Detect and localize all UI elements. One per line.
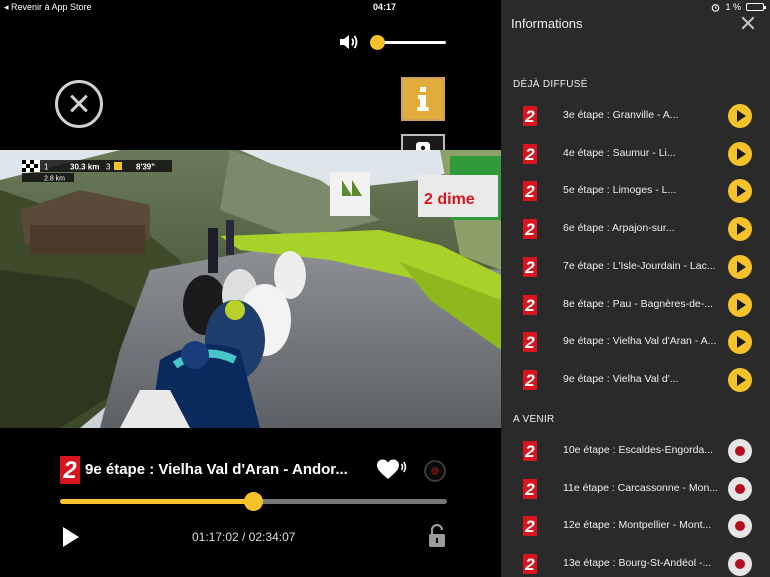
video-frame[interactable]: 2 dime 1 30.3 km 3 8'39" 2.8 km bbox=[0, 150, 501, 428]
progress-fill bbox=[60, 499, 254, 504]
play-icon[interactable] bbox=[62, 526, 80, 548]
episode-row[interactable]: 2 8e étape : Pau - Bagnères-de-... bbox=[501, 287, 770, 324]
board-text: 2 dime bbox=[424, 191, 475, 208]
overlay-stage: 1 bbox=[44, 163, 49, 172]
episode-title: 9e étape : Vielha Val d'Aran - A... bbox=[563, 335, 717, 348]
status-bar: ◂ Revenir à App Store 04:17 1 % bbox=[0, 0, 770, 14]
status-right: 1 % bbox=[711, 2, 766, 12]
overlay-rank: 3 bbox=[106, 163, 111, 172]
episode-title: 9e étape : Vielha Val d'... bbox=[563, 372, 679, 385]
play-episode-button[interactable] bbox=[728, 330, 752, 355]
france2-logo: 2 bbox=[523, 219, 537, 240]
france2-logo: 2 bbox=[523, 143, 537, 164]
france2-logo: 2 bbox=[523, 369, 537, 390]
france2-logo: 2 bbox=[523, 516, 537, 537]
channel-number: 2 bbox=[524, 480, 535, 499]
record-episode-button[interactable] bbox=[728, 514, 752, 539]
back-to-app-store-link[interactable]: ◂ Revenir à App Store bbox=[4, 2, 92, 13]
close-panel-icon[interactable] bbox=[741, 16, 755, 30]
overlay-distance: 30.3 km bbox=[70, 163, 99, 172]
play-episode-button[interactable] bbox=[728, 292, 752, 317]
episode-title: 3e étape : Granville - A... bbox=[563, 109, 679, 121]
section-label: DÉJÀ DIFFUSÉ bbox=[513, 79, 588, 90]
episode-title: 8e étape : Pau - Bagnères-de-... bbox=[563, 297, 714, 310]
play-episode-button[interactable] bbox=[728, 179, 752, 204]
record-episode-button[interactable] bbox=[728, 476, 752, 501]
episode-title: 9e étape : Vielha Val d'Aran - Andor... bbox=[85, 461, 348, 478]
info-icon bbox=[417, 87, 429, 111]
france2-logo: 2 bbox=[523, 256, 537, 277]
volume-icon[interactable] bbox=[338, 32, 360, 52]
channel-number: 2 bbox=[524, 220, 535, 239]
overlay-gap: 8'39" bbox=[136, 163, 155, 172]
channel-number: 2 bbox=[524, 333, 535, 352]
france2-logo: 2 bbox=[523, 332, 537, 353]
episode-row[interactable]: 2 11e étape : Carcassonne - Mon... bbox=[501, 471, 770, 508]
episode-title: 11e étape : Carcassonne - Mon... bbox=[563, 481, 719, 494]
episode-title: 6e étape : Arpajon-sur... bbox=[563, 222, 675, 235]
play-episode-button[interactable] bbox=[728, 104, 752, 128]
france2-logo: 2 bbox=[523, 478, 537, 499]
episode-title: 12e étape : Montpellier - Mont... bbox=[563, 519, 712, 532]
close-player-button[interactable] bbox=[55, 80, 103, 128]
episode-title: 7e étape : L'Isle-Jourdain - Lac... bbox=[563, 259, 716, 272]
play-episode-button[interactable] bbox=[728, 367, 752, 392]
episode-row[interactable]: 2 6e étape : Arpajon-sur... bbox=[501, 211, 770, 248]
panel-title: Informations bbox=[511, 16, 583, 31]
overlay-remaining: 2.8 km bbox=[44, 176, 65, 183]
play-episode-button[interactable] bbox=[728, 217, 752, 242]
episode-row[interactable]: 2 7e étape : L'Isle-Jourdain - Lac... bbox=[501, 249, 770, 286]
france2-logo: 2 bbox=[523, 554, 537, 575]
channel-number: 2 bbox=[62, 457, 77, 484]
channel-number: 2 bbox=[524, 258, 535, 277]
status-time: 04:17 bbox=[373, 2, 397, 12]
section-label: A VENIR bbox=[513, 414, 555, 425]
channel-number: 2 bbox=[524, 296, 535, 315]
episode-title: 13e étape : Bourg-St-Andéol -... bbox=[563, 557, 712, 570]
episode-row[interactable]: 2 4e étape : Saumur - Li... bbox=[501, 136, 770, 173]
episode-row[interactable]: 2 10e étape : Escaldes-Engorda... bbox=[501, 433, 770, 470]
episode-row[interactable]: 2 9e étape : Vielha Val d'... bbox=[501, 362, 770, 399]
video-player: 2 dime 1 30.3 km 3 8'39" 2.8 km 2 9e éta… bbox=[0, 0, 501, 577]
france2-logo: 2 bbox=[523, 294, 537, 315]
volume-knob[interactable] bbox=[370, 35, 385, 50]
france2-logo: 2 bbox=[523, 106, 537, 126]
episode-title: 4e étape : Saumur - Li... bbox=[563, 146, 676, 159]
alarm-icon bbox=[712, 3, 720, 12]
channel-number: 2 bbox=[524, 517, 535, 536]
france2-logo: 2 bbox=[60, 456, 80, 484]
channel-number: 2 bbox=[524, 107, 535, 126]
record-episode-button[interactable] bbox=[728, 552, 752, 577]
episode-row[interactable]: 2 3e étape : Granville - A... bbox=[501, 98, 770, 135]
episode-row[interactable]: 2 12e étape : Montpellier - Mont... bbox=[501, 508, 770, 545]
channel-number: 2 bbox=[524, 555, 535, 574]
channel-number: 2 bbox=[524, 145, 535, 164]
info-panel: Informations DÉJÀ DIFFUSÉ 2 3e étape : Gra… bbox=[501, 0, 770, 577]
episode-row[interactable]: 2 13e étape : Bourg-St-Andéol -... bbox=[501, 546, 770, 577]
unlock-icon[interactable] bbox=[428, 524, 446, 548]
play-episode-button[interactable] bbox=[728, 254, 752, 279]
france2-logo: 2 bbox=[523, 181, 537, 202]
channel-number: 2 bbox=[524, 371, 535, 390]
play-episode-button[interactable] bbox=[728, 141, 752, 166]
record-episode-button[interactable] bbox=[728, 439, 752, 463]
episode-title: 10e étape : Escaldes-Engorda... bbox=[563, 444, 714, 456]
episode-title: 5e étape : Limoges - L... bbox=[563, 184, 677, 197]
favorite-heart-icon[interactable] bbox=[377, 459, 407, 481]
battery-icon bbox=[746, 3, 766, 11]
timecode: 01:17:02 / 02:34:07 bbox=[192, 530, 296, 544]
episode-row[interactable]: 2 5e étape : Limoges - L... bbox=[501, 173, 770, 210]
channel-number: 2 bbox=[524, 182, 535, 201]
battery-percent: 1 % bbox=[725, 2, 741, 12]
record-button[interactable] bbox=[424, 460, 446, 482]
video-scene: 2 dime 1 30.3 km 3 8'39" 2.8 km bbox=[0, 150, 501, 428]
episode-row[interactable]: 2 9e étape : Vielha Val d'Aran - A... bbox=[501, 324, 770, 361]
france2-logo: 2 bbox=[523, 441, 537, 461]
volume-slider[interactable] bbox=[377, 41, 446, 44]
channel-number: 2 bbox=[524, 442, 535, 461]
progress-knob[interactable] bbox=[244, 492, 263, 511]
info-button[interactable] bbox=[401, 77, 445, 121]
